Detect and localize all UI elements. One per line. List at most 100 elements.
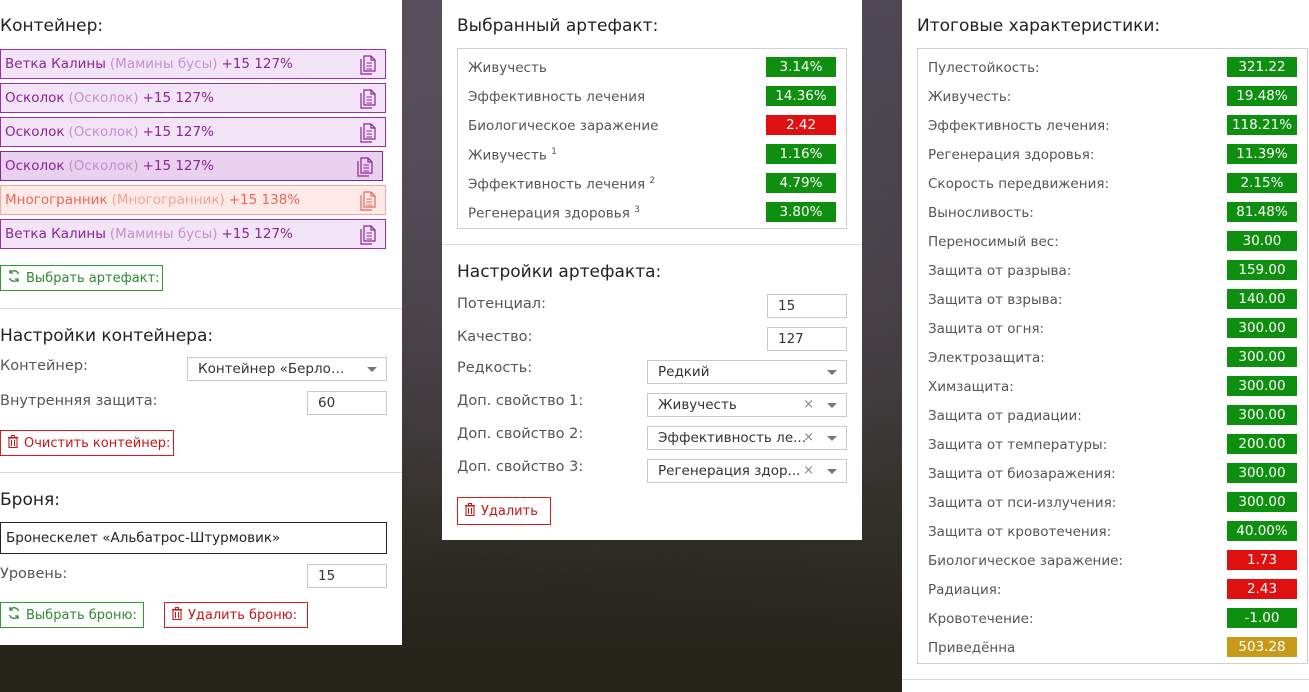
clear-container-label: Очистить контейнер: [24, 435, 171, 451]
extra1-label: Доп. свойство 1: [457, 393, 584, 409]
stat-row: Живучесть 1 1.16% [458, 141, 846, 170]
copy-icon[interactable] [359, 89, 377, 109]
copy-icon[interactable] [359, 225, 377, 245]
inner-protection-input[interactable]: 60 [307, 391, 387, 415]
armor-level-input[interactable]: 15 [307, 564, 387, 588]
stat-row: Защита от биозаражения: 300.00 [918, 460, 1307, 489]
clear-icon[interactable]: × [803, 430, 814, 445]
stat-label: Переносимый вес: [928, 234, 1059, 250]
extra2-select[interactable]: Эффективность ле... × [647, 426, 847, 450]
stat-label: Биологическое заражение: [928, 553, 1123, 569]
clear-icon[interactable]: × [803, 397, 814, 412]
copy-icon[interactable] [359, 123, 377, 143]
stat-value: 1.16% [766, 144, 836, 164]
artifact-slot[interactable]: Многогранник (Многогранник) +15 138% [0, 185, 386, 215]
chevron-down-icon [827, 370, 837, 375]
potential-input[interactable]: 15 [767, 294, 847, 318]
artifact-slot[interactable]: Осколок (Осколок) +15 127% [0, 151, 383, 181]
extra3-label: Доп. свойство 3: [457, 459, 584, 475]
stat-value: 1.73 [1227, 550, 1297, 570]
rarity-select[interactable]: Редкий [647, 360, 847, 384]
stat-value: 118.21% [1227, 115, 1297, 135]
artifact-slot[interactable]: Осколок (Осколок) +15 127% [0, 117, 386, 147]
stat-row: Защита от взрыва: 140.00 [918, 286, 1307, 315]
stat-label-text: Эффективность лечения [468, 176, 646, 193]
extra3-value: Регенерация здор... [658, 463, 801, 479]
chevron-down-icon [827, 469, 837, 474]
stat-label-text: Защита от радиации: [928, 408, 1082, 424]
stat-label: Радиация: [928, 582, 1001, 598]
extra1-select[interactable]: Живучесть × [647, 393, 847, 417]
artifact-slot-subname: (Осколок) [68, 124, 139, 140]
stat-label: Регенерация здоровья: [928, 147, 1094, 163]
container-panel: Контейнер: Ветка Калины (Мамины бусы) +15 … [0, 0, 402, 645]
stat-row: Защита от разрыва: 159.00 [918, 257, 1307, 286]
container-select[interactable]: Контейнер «Берлога... [187, 357, 387, 381]
stat-value: 30.00 [1227, 231, 1297, 251]
stat-row: Защита от кровотечения: 40.00% [918, 518, 1307, 547]
stat-value: 81.48% [1227, 202, 1297, 222]
stat-row: Биологическое заражение: 1.73 [918, 547, 1307, 576]
extra2-label: Доп. свойство 2: [457, 426, 584, 442]
stat-value: 300.00 [1227, 492, 1297, 512]
armor-level-label: Уровень: [0, 566, 68, 582]
divider [442, 244, 862, 245]
quality-input[interactable]: 127 [767, 327, 847, 351]
delete-artifact-button[interactable]: Удалить [457, 497, 551, 525]
container-title: Контейнер: [0, 16, 104, 36]
selected-artifact-title: Выбранный артефакт: [457, 16, 659, 36]
divider [0, 472, 402, 473]
stat-row: Выносливость: 81.48% [918, 199, 1307, 228]
stat-row: Защита от огня: 300.00 [918, 315, 1307, 344]
stat-value: 140.00 [1227, 289, 1297, 309]
stat-row: Эффективность лечения 2 4.79% [458, 170, 846, 199]
stat-row: Пулестойкость: 321.22 [918, 54, 1307, 83]
armor-name-field[interactable]: Бронескелет «Альбатрос-Штурмовик» [0, 522, 387, 554]
artifact-slot-name: Многогранник [5, 192, 108, 208]
stat-row: Защита от радиации: 300.00 [918, 402, 1307, 431]
potential-label: Потенциал: [457, 296, 546, 312]
copy-icon[interactable] [359, 191, 377, 211]
stat-value: 14.36% [766, 86, 836, 106]
extra3-select[interactable]: Регенерация здор... × [647, 459, 847, 483]
copy-icon[interactable] [359, 55, 377, 75]
clear-container-button[interactable]: Очистить контейнер: [0, 430, 174, 456]
clear-icon[interactable]: × [803, 463, 814, 478]
totals-stats: Пулестойкость: 321.22 Живучесть: 19.48% Эффе… [917, 48, 1308, 664]
armor-title: Броня: [0, 490, 60, 510]
stat-label: Приведённа [928, 640, 1015, 656]
stat-sup: 2 [649, 176, 656, 186]
choose-artifact-button[interactable]: Выбрать артефакт: [0, 265, 163, 291]
divider [902, 679, 1309, 680]
stat-label: Живучесть: [928, 89, 1011, 105]
stat-label-text: Приведённа [928, 640, 1016, 656]
artifact-slot[interactable]: Ветка Калины (Мамины бусы) +15 127% [0, 219, 386, 249]
artifact-slot[interactable]: Ветка Калины (Мамины бусы) +15 127% [0, 49, 386, 79]
stat-label-text: Химзащита: [928, 379, 1014, 395]
rarity-value: Редкий [658, 364, 710, 380]
copy-icon[interactable] [356, 157, 374, 177]
stat-label-text: Биологическое заражение: [928, 553, 1123, 569]
artifact-slot-subname: (Мамины бусы) [109, 56, 218, 72]
choose-armor-label: Выбрать броню: [26, 607, 137, 623]
artifact-panel: Выбранный артефакт: Живучесть 3.14% Эффект… [442, 0, 862, 540]
chevron-down-icon [827, 403, 837, 408]
stat-label-text: Защита от кровотечения: [928, 524, 1112, 540]
stat-label: Защита от взрыва: [928, 292, 1062, 308]
choose-armor-button[interactable]: Выбрать броню: [0, 602, 144, 628]
totals-panel: Итоговые характеристики: Пулестойкость: 3… [902, 0, 1309, 692]
delete-armor-button[interactable]: Удалить броню: [164, 602, 308, 628]
stat-label: Эффективность лечения [468, 89, 645, 105]
stat-label-text: Живучесть: [928, 89, 1012, 105]
artifact-slot-level: +15 127% [142, 90, 214, 106]
artifact-slot[interactable]: Осколок (Осколок) +15 127% [0, 83, 386, 113]
container-label: Контейнер: [0, 358, 88, 374]
stat-value: 19.48% [1227, 86, 1297, 106]
stat-row: Регенерация здоровья: 11.39% [918, 141, 1307, 170]
stat-row: Защита от пси-излучения: 300.00 [918, 489, 1307, 518]
stat-label: Защита от кровотечения: [928, 524, 1111, 540]
container-settings-title: Настройки контейнера: [0, 326, 214, 346]
artifact-slot-name: Осколок [5, 124, 65, 140]
stat-label-text: Радиация: [928, 582, 1002, 598]
stat-label-text: Живучесть [468, 60, 547, 76]
